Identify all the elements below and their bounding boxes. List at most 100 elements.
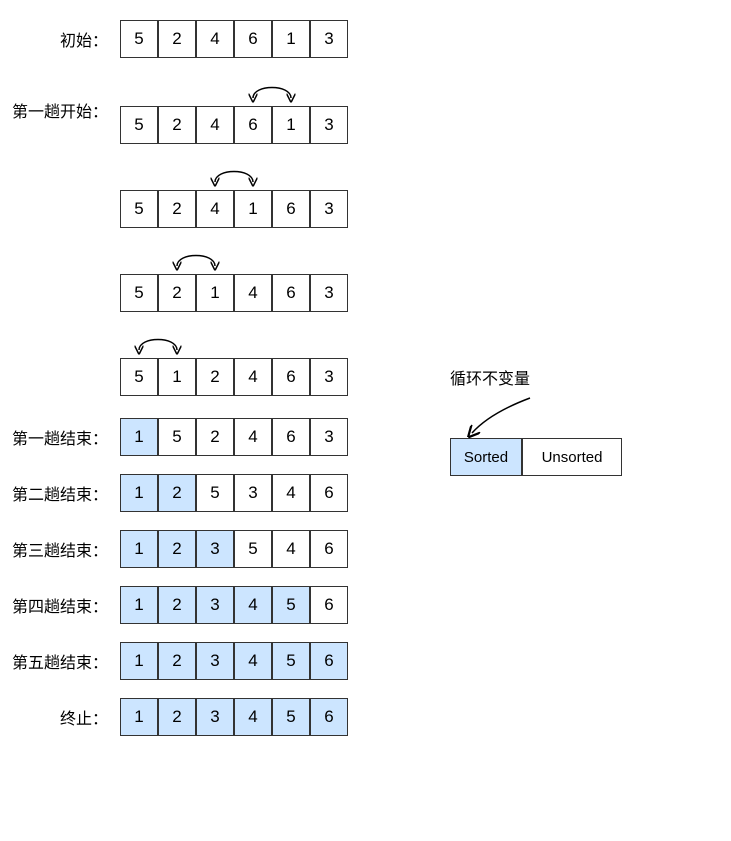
- legend-boxes: Sorted Unsorted: [450, 438, 622, 476]
- cell: 6: [234, 106, 272, 144]
- cell: 2: [158, 106, 196, 144]
- initial-array: 5 2 4 6 1 3: [120, 20, 348, 58]
- pass2-end-label: 第二趟结束：: [10, 481, 120, 505]
- cell-sorted: 3: [196, 586, 234, 624]
- swap-arrow-2: [120, 160, 348, 190]
- cell: 5: [120, 20, 158, 58]
- pass1-step2-row: 5 2 4 1 6 3: [10, 160, 721, 228]
- cell: 3: [310, 418, 348, 456]
- cell: 2: [158, 274, 196, 312]
- pass2-end-row: 第二趟结束： 1 2 5 3 4 6: [10, 474, 721, 512]
- final-row: 终止： 1 2 3 4 5 6: [10, 698, 721, 736]
- initial-row: 初始： 5 2 4 6 1 3: [10, 20, 721, 58]
- cell-sorted: 2: [158, 586, 196, 624]
- pass3-end-row: 第三趟结束： 1 2 3 5 4 6: [10, 530, 721, 568]
- pass3-end-label: 第三趟结束：: [10, 537, 120, 561]
- pass4-end-array: 1 2 3 4 5 6: [120, 586, 348, 624]
- cell: 3: [310, 20, 348, 58]
- unsorted-box: Unsorted: [522, 438, 622, 476]
- cell: 1: [272, 106, 310, 144]
- pass1-end-label: 第一趟结束：: [10, 425, 120, 449]
- cell-sorted: 1: [120, 642, 158, 680]
- final-array: 1 2 3 4 5 6: [120, 698, 348, 736]
- cell: 3: [310, 358, 348, 396]
- cell: 6: [272, 418, 310, 456]
- cell: 6: [310, 474, 348, 512]
- cell: 6: [310, 586, 348, 624]
- legend-arrow-svg: [450, 393, 570, 438]
- cell: 5: [120, 358, 158, 396]
- cell-sorted: 4: [234, 586, 272, 624]
- cell-sorted: 4: [234, 642, 272, 680]
- cell: 4: [234, 274, 272, 312]
- cell: 4: [196, 190, 234, 228]
- cell-sorted: 2: [158, 530, 196, 568]
- cell: 2: [158, 20, 196, 58]
- cell-sorted: 3: [196, 642, 234, 680]
- cell-sorted: 1: [120, 698, 158, 736]
- pass3-end-array: 1 2 3 5 4 6: [120, 530, 348, 568]
- cell: 5: [158, 418, 196, 456]
- cell: 4: [196, 106, 234, 144]
- cell: 6: [272, 190, 310, 228]
- cell: 2: [196, 358, 234, 396]
- initial-label: 初始：: [10, 27, 120, 51]
- pass2-end-array: 1 2 5 3 4 6: [120, 474, 348, 512]
- pass1-step3-row: 5 2 1 4 6 3: [10, 244, 721, 312]
- legend-area: 循环不变量 Sorted Unsorted: [450, 365, 622, 476]
- cell: 2: [196, 418, 234, 456]
- cell-sorted: 2: [158, 474, 196, 512]
- cell: 2: [158, 190, 196, 228]
- cell: 5: [120, 190, 158, 228]
- legend-title: 循环不变量: [450, 365, 530, 389]
- cell: 1: [196, 274, 234, 312]
- pass1-start-row: 第一趟开始：: [10, 76, 721, 144]
- cell-sorted: 5: [272, 698, 310, 736]
- cell: 4: [234, 418, 272, 456]
- cell: 4: [272, 474, 310, 512]
- cell: 6: [272, 274, 310, 312]
- cell: 4: [272, 530, 310, 568]
- swap-arrow-4: [120, 328, 348, 358]
- cell: 3: [310, 190, 348, 228]
- swap-arrow-3: [120, 244, 348, 274]
- cell: 5: [120, 274, 158, 312]
- pass5-end-row: 第五趟结束： 1 2 3 4 5 6: [10, 642, 721, 680]
- cell: 1: [234, 190, 272, 228]
- pass4-end-label: 第四趟结束：: [10, 593, 120, 617]
- pass5-end-array: 1 2 3 4 5 6: [120, 642, 348, 680]
- cell: 1: [158, 358, 196, 396]
- cell: 6: [310, 530, 348, 568]
- cell-sorted: 1: [120, 530, 158, 568]
- pass1-start-label: 第一趟开始：: [10, 98, 120, 122]
- legend-arrow-container: [450, 393, 570, 438]
- cell-sorted: 5: [272, 642, 310, 680]
- cell-sorted: 3: [196, 530, 234, 568]
- cell-sorted: 1: [120, 474, 158, 512]
- cell: 5: [120, 106, 158, 144]
- cell-sorted: 1: [120, 586, 158, 624]
- pass5-end-label: 第五趟结束：: [10, 649, 120, 673]
- sorted-box: Sorted: [450, 438, 522, 476]
- cell-sorted: 2: [158, 698, 196, 736]
- pass4-end-row: 第四趟结束： 1 2 3 4 5 6: [10, 586, 721, 624]
- swap-arrow-1: [120, 76, 348, 106]
- cell: 3: [310, 106, 348, 144]
- cell-sorted: 4: [234, 698, 272, 736]
- cell-sorted: 6: [310, 642, 348, 680]
- cell: 5: [196, 474, 234, 512]
- cell-sorted: 2: [158, 642, 196, 680]
- cell: 4: [196, 20, 234, 58]
- cell: 4: [234, 358, 272, 396]
- cell: 3: [310, 274, 348, 312]
- cell-sorted: 6: [310, 698, 348, 736]
- final-label: 终止：: [10, 705, 120, 729]
- cell: 3: [234, 474, 272, 512]
- cell: 5: [234, 530, 272, 568]
- cell-sorted: 3: [196, 698, 234, 736]
- unsorted-label: Unsorted: [542, 449, 603, 466]
- pass1-end-array: 1 5 2 4 6 3: [120, 418, 348, 456]
- cell: 1: [272, 20, 310, 58]
- sorted-label: Sorted: [464, 449, 508, 466]
- cell-sorted: 1: [120, 418, 158, 456]
